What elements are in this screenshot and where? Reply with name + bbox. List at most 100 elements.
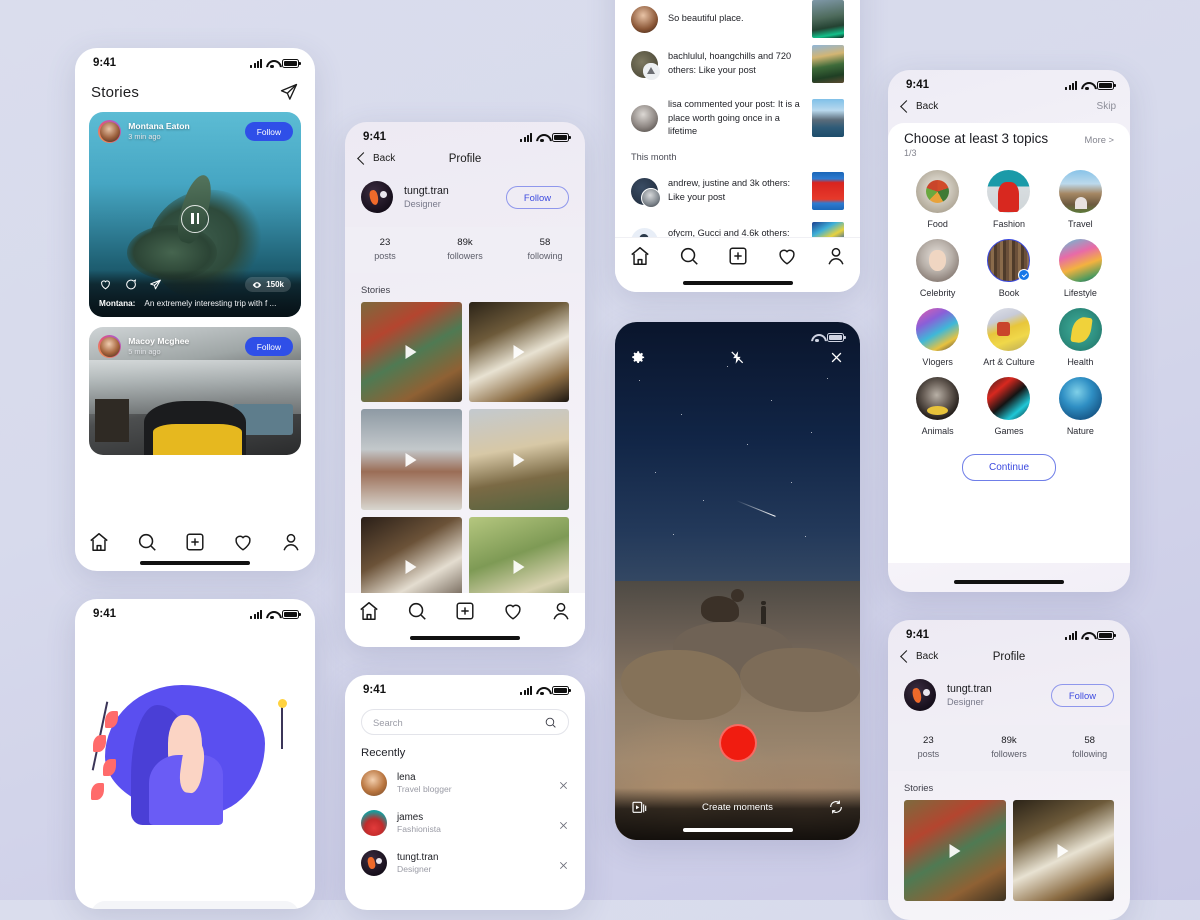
story-tile[interactable] (468, 409, 569, 510)
story-card[interactable]: Montana Eaton 3 min ago Follow 150k Mont… (89, 112, 301, 317)
avatar[interactable] (361, 181, 393, 213)
add-icon[interactable] (727, 245, 749, 267)
stat-value: 89k (1001, 735, 1017, 746)
continue-button[interactable]: Continue (961, 454, 1057, 481)
home-icon[interactable] (629, 245, 651, 267)
avatar[interactable] (98, 120, 122, 144)
back-button[interactable]: Back (900, 650, 938, 663)
topic-art-culture[interactable]: Art & Culture (973, 308, 1044, 367)
post-thumbnail[interactable] (812, 45, 844, 83)
search-icon[interactable] (406, 600, 428, 622)
close-icon[interactable] (829, 350, 844, 365)
flip-camera-icon[interactable] (828, 799, 844, 815)
play-icon (405, 560, 417, 575)
battery-icon (1097, 80, 1116, 90)
close-icon[interactable] (558, 778, 569, 789)
back-button[interactable]: Back (900, 100, 939, 113)
item-name: lena (397, 771, 416, 783)
gear-icon[interactable] (631, 350, 646, 365)
send-icon[interactable] (279, 82, 299, 102)
comment-icon[interactable] (124, 278, 137, 291)
login-illustration (75, 667, 315, 847)
pause-button[interactable] (181, 204, 209, 233)
profile-icon[interactable] (825, 245, 847, 267)
search-icon[interactable] (544, 716, 557, 729)
close-icon[interactable] (558, 818, 569, 829)
topic-food[interactable]: Food (902, 170, 973, 229)
stat-following[interactable]: 58 following (1049, 734, 1130, 761)
home-icon[interactable] (358, 600, 380, 622)
story-tile[interactable] (904, 799, 1006, 902)
play-icon (405, 345, 417, 360)
notification-row[interactable]: bachlulul, hoangchills and 720 others: L… (615, 37, 860, 91)
heart-icon[interactable] (99, 278, 112, 291)
stat-followers[interactable]: 89k followers (969, 734, 1050, 761)
topic-lifestyle[interactable]: Lifestyle (1045, 239, 1116, 298)
list-item[interactable]: lena Travel blogger (345, 763, 585, 803)
topic-nature[interactable]: Nature (1045, 377, 1116, 436)
stat-following[interactable]: 58 following (505, 236, 585, 263)
topic-health[interactable]: Health (1045, 308, 1116, 367)
stat-followers[interactable]: 89k followers (425, 236, 505, 263)
add-icon[interactable] (184, 531, 206, 553)
camera-viewfinder[interactable] (615, 322, 860, 840)
avatar[interactable] (98, 335, 122, 359)
topics-grid: Food Fashion Travel Celebrity Book Lifes… (888, 158, 1130, 436)
topic-games[interactable]: Games (973, 377, 1044, 436)
signal-icon (250, 58, 262, 68)
heart-icon[interactable] (502, 600, 524, 622)
flash-off-icon[interactable] (730, 350, 745, 365)
search-input[interactable]: Search (361, 709, 569, 735)
story-tile[interactable] (361, 409, 462, 510)
topic-celebrity[interactable]: Celebrity (902, 239, 973, 298)
story-tile[interactable] (468, 301, 569, 403)
search-icon[interactable] (678, 245, 700, 267)
home-indicator (410, 636, 520, 640)
post-thumbnail[interactable] (812, 99, 844, 138)
skip-button[interactable]: Skip (1097, 101, 1116, 112)
profile-icon[interactable] (280, 531, 302, 553)
wifi-icon (536, 686, 548, 695)
phone-search: 9:41 Search Recently lena Travel blogger… (345, 675, 585, 910)
heart-icon[interactable] (776, 245, 798, 267)
topic-travel[interactable]: Travel (1045, 170, 1116, 229)
follow-button[interactable]: Follow (1050, 683, 1114, 707)
status-icons (250, 58, 301, 68)
home-icon[interactable] (88, 531, 110, 553)
post-thumbnail[interactable] (812, 0, 844, 38)
topic-thumbnail (916, 170, 960, 213)
recently-label: Recently (361, 747, 406, 759)
story-card[interactable]: Macoy Mcghee 5 min ago Follow (89, 327, 301, 455)
battery-icon (282, 58, 301, 68)
add-icon[interactable] (454, 600, 476, 622)
list-item[interactable]: tungt.tran Designer (345, 843, 585, 883)
list-item[interactable]: james Fashionista (345, 803, 585, 843)
topic-vlogers[interactable]: Vlogers (902, 308, 973, 367)
username-input[interactable]: User name (91, 901, 299, 909)
more-button[interactable]: More > (1085, 134, 1114, 145)
post-thumbnail[interactable] (812, 172, 844, 210)
story-tile[interactable] (361, 301, 462, 403)
topic-fashion[interactable]: Fashion (973, 170, 1044, 229)
back-button[interactable]: Back (357, 152, 395, 165)
follow-button[interactable]: Follow (244, 337, 293, 357)
search-icon[interactable] (136, 531, 158, 553)
stat-value: 23 (923, 735, 934, 746)
phone-login: 9:41 User name (75, 599, 315, 909)
stories-grid (345, 301, 585, 618)
notification-row[interactable]: andrew, justine and 3k others: Like your… (615, 164, 860, 218)
avatar[interactable] (904, 679, 936, 711)
notification-row[interactable]: lisa commented your post: It is a place … (615, 90, 860, 147)
follow-button[interactable]: Follow (244, 122, 293, 142)
topic-animals[interactable]: Animals (902, 377, 973, 436)
back-label: Back (916, 101, 939, 112)
record-button[interactable] (718, 724, 757, 762)
profile-icon[interactable] (550, 600, 572, 622)
share-icon[interactable] (149, 278, 162, 291)
story-tile[interactable] (1012, 799, 1114, 902)
follow-button[interactable]: Follow (505, 185, 569, 209)
gallery-icon[interactable] (631, 799, 647, 815)
heart-icon[interactable] (232, 531, 254, 553)
close-icon[interactable] (558, 858, 569, 869)
topic-book[interactable]: Book (973, 239, 1044, 298)
